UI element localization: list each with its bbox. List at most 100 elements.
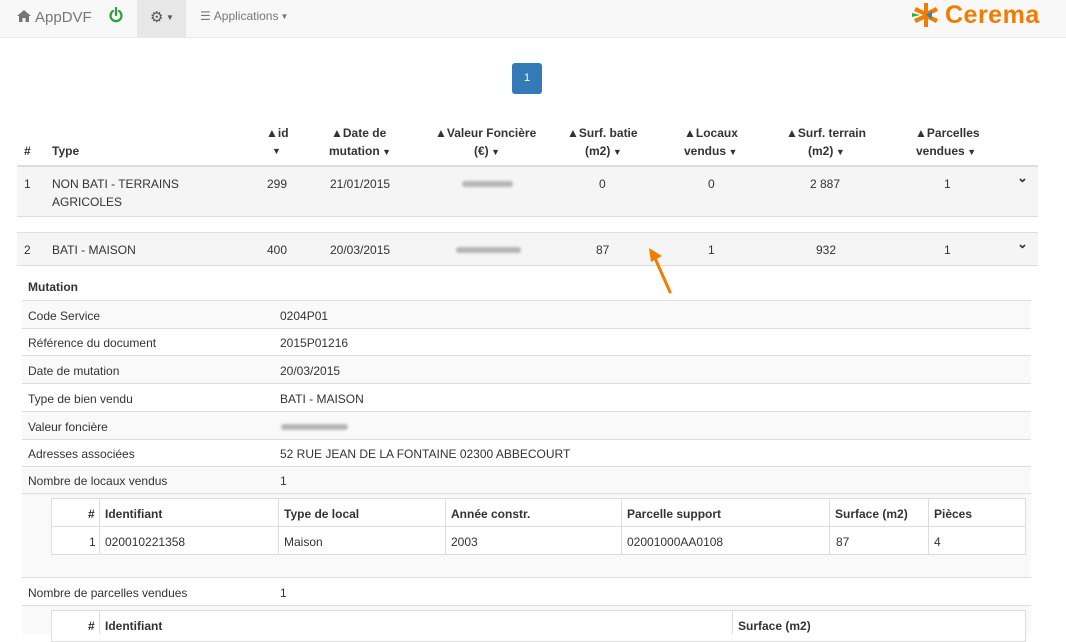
col-divider [732, 611, 733, 634]
row-locaux: 1 [708, 243, 715, 257]
row-date: 20/03/2015 [330, 243, 391, 257]
col-surf-bati-label-2: (m2) [585, 144, 611, 158]
locaux-col-identifiant: Identifiant [105, 507, 163, 521]
detail-label: Nombre de parcelles vendues [28, 586, 188, 600]
col-surf-terrain-header[interactable]: ▲Surf. terrain [786, 124, 866, 142]
detail-section-title: Mutation [28, 280, 78, 294]
detail-row [22, 356, 1031, 383]
detail-row [22, 301, 1031, 328]
col-locaux-header[interactable]: ▲Locaux [684, 124, 738, 142]
row-surf-bati: 87 [596, 243, 610, 257]
detail-label: Adresses associées [28, 447, 135, 461]
page-1-button[interactable]: 1 [512, 63, 542, 94]
redacted-value [281, 424, 348, 430]
row-surf-terrain: 932 [816, 243, 837, 257]
logo-text: Cerema [945, 1, 1040, 29]
detail-value: 1 [280, 586, 287, 600]
collapse-chevron-icon[interactable]: ⌄ [1017, 236, 1028, 252]
col-type-header: Type [52, 144, 80, 158]
sort-desc-icon: ▼ [964, 147, 977, 157]
detail-label: Date de mutation [28, 364, 120, 378]
applications-dropdown[interactable]: ☰ Applications ▼ [200, 9, 288, 23]
locaux-cell-annee: 2003 [451, 535, 478, 549]
sort-desc-icon[interactable]: ▼ [272, 142, 281, 160]
locaux-col-parcelle: Parcelle support [627, 507, 722, 521]
row-parcelles: 1 [944, 243, 951, 257]
home-icon [17, 9, 31, 26]
col-surf-bati-header[interactable]: ▲Surf. batie [567, 124, 638, 142]
row-divider [17, 265, 1038, 266]
list-icon: ☰ [200, 9, 211, 23]
col-date-label-2: mutation [329, 144, 380, 158]
locaux-cell-surface: 87 [836, 535, 850, 549]
locaux-col-annee: Année constr. [451, 507, 531, 521]
row-id: 400 [267, 243, 288, 257]
col-parcelles-label-1: Parcelles [926, 126, 980, 140]
gear-icon: ⚙ [150, 9, 164, 26]
col-surf-bati-label-1: Surf. batie [578, 126, 638, 140]
locaux-cell-pieces: 4 [934, 535, 941, 549]
col-surf-terrain-label-2: (m2) [808, 144, 834, 158]
row-num: 2 [24, 243, 31, 257]
detail-divider [22, 328, 1031, 329]
header-divider [52, 526, 1025, 527]
col-parcelles-label-2: vendues [916, 144, 965, 158]
expand-chevron-icon[interactable]: ⌄ [1017, 170, 1028, 186]
col-id-header[interactable]: ▲id [266, 124, 289, 142]
col-surf-terrain-header-2[interactable]: (m2) ▼ [808, 142, 845, 161]
col-valeur-label-2: (€) [474, 144, 489, 158]
parcelles-col-identifiant: Identifiant [105, 619, 163, 633]
detail-divider [22, 493, 1031, 494]
col-surf-terrain-label-1: Surf. terrain [797, 126, 866, 140]
row-type: BATI - MAISON [52, 243, 136, 257]
brand-link[interactable]: AppDVF [17, 9, 92, 26]
detail-row [22, 412, 1031, 439]
sort-desc-icon: ▼ [726, 147, 738, 157]
parcelles-table [51, 610, 1026, 642]
col-valeur-header[interactable]: ▲Valeur Foncière [435, 124, 536, 142]
power-icon[interactable] [109, 6, 123, 28]
col-locaux-header-2[interactable]: vendus ▼ [684, 142, 737, 161]
locaux-col-num: # [88, 507, 95, 521]
col-locaux-label-2: vendus [684, 144, 727, 158]
brand-title: AppDVF [35, 9, 92, 26]
row-divider [17, 216, 1038, 217]
col-parcelles-header[interactable]: ▲Parcelles [915, 124, 980, 142]
sort-desc-icon: ▼ [379, 147, 392, 157]
locaux-col-type: Type de local [284, 507, 360, 521]
sort-desc-icon: ▼ [488, 147, 501, 157]
detail-value: 2015P01216 [280, 336, 349, 350]
table-row[interactable] [17, 233, 1038, 265]
col-parcelles-header-2[interactable]: vendues ▼ [916, 142, 976, 161]
chevron-down-icon: ▼ [166, 13, 174, 22]
detail-value: 1 [280, 474, 287, 488]
settings-dropdown[interactable]: ⚙ ▼ [137, 0, 186, 37]
redacted-value [456, 247, 521, 253]
row-surf-terrain: 2 887 [810, 177, 841, 191]
detail-value: 52 RUE JEAN DE LA FONTAINE 02300 ABBECOU… [280, 447, 571, 461]
col-date-label-1: Date de [342, 126, 387, 140]
detail-divider [22, 383, 1031, 384]
col-date-header-2[interactable]: mutation ▼ [329, 142, 391, 161]
locaux-col-pieces: Pièces [934, 507, 973, 521]
col-surf-bati-header-2[interactable]: (m2) ▼ [585, 142, 622, 161]
locaux-cell-identifiant: 020010221358 [105, 535, 186, 549]
detail-value: 20/03/2015 [280, 364, 341, 378]
row-type: NON BATI - TERRAINS [52, 177, 179, 191]
col-locaux-label-1: Locaux [695, 126, 738, 140]
detail-label: Type de bien vendu [28, 392, 133, 406]
detail-label: Référence du document [28, 336, 157, 350]
parcelles-col-surface: Surface (m2) [738, 619, 811, 633]
col-id-label: id [277, 126, 289, 140]
detail-label: Code Service [28, 309, 101, 323]
col-valeur-header-2[interactable]: (€) ▼ [474, 142, 500, 161]
col-date-header[interactable]: ▲Date de [331, 124, 386, 142]
row-surf-bati: 0 [599, 177, 606, 191]
col-divider [99, 611, 100, 634]
applications-label: Applications [213, 9, 279, 23]
sort-desc-icon: ▼ [610, 147, 622, 157]
detail-label: Valeur foncière [28, 420, 108, 434]
detail-divider [22, 577, 1031, 578]
detail-value: 0204P01 [280, 309, 329, 323]
cerema-logo-mark [912, 3, 938, 27]
